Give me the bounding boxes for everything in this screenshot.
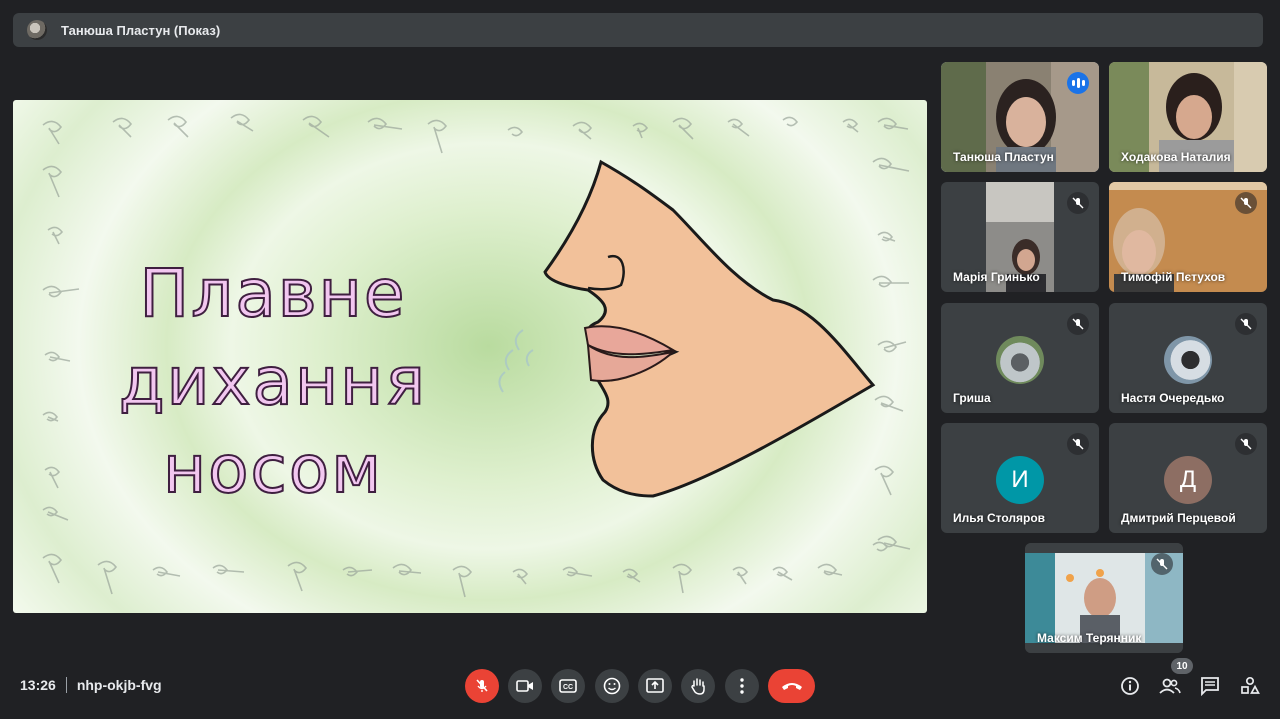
raise-hand-button[interactable]	[681, 669, 715, 703]
avatar	[1164, 336, 1212, 384]
mic-off-icon	[1067, 313, 1089, 335]
more-options-icon	[740, 678, 744, 694]
more-options-button[interactable]	[725, 669, 759, 703]
avatar: Д	[1164, 456, 1212, 504]
mic-off-icon	[1067, 192, 1089, 214]
raise-hand-icon	[691, 678, 705, 695]
participant-tile[interactable]: Тимофій Пєтухов	[1109, 182, 1267, 292]
mic-off-icon	[476, 679, 488, 692]
slide-line-2: дихання	[118, 342, 428, 421]
captions-icon: CC	[559, 679, 577, 693]
avatar: И	[996, 456, 1044, 504]
participant-name: Дмитрий Перцевой	[1121, 511, 1236, 525]
reactions-button[interactable]	[595, 669, 629, 703]
participant-name: Тимофій Пєтухов	[1121, 270, 1226, 284]
info-icon	[1121, 677, 1139, 695]
participant-name: Илья Столяров	[953, 511, 1046, 525]
mic-toggle-button[interactable]	[465, 669, 499, 703]
participant-name: Ходакова Наталия	[1121, 150, 1231, 164]
breath-lines-icon	[498, 329, 534, 393]
slide-line-1: Плавне	[139, 254, 407, 333]
participant-tile[interactable]: Гриша	[941, 303, 1099, 413]
present-now-button[interactable]	[638, 669, 672, 703]
activities-button[interactable]	[1239, 675, 1261, 697]
slide-line-3: носом	[162, 430, 383, 509]
chat-button[interactable]	[1199, 675, 1221, 697]
meeting-info: 13:26 nhp-okjb-fvg	[20, 677, 162, 693]
presenter-title: Танюша Пластун (Показ)	[61, 22, 221, 38]
people-icon	[1159, 678, 1181, 694]
presenter-avatar	[27, 20, 47, 40]
end-call-icon	[781, 683, 802, 690]
participant-name: Настя Очередько	[1121, 391, 1225, 405]
participant-tile[interactable]: Марія Гринько	[941, 182, 1099, 292]
participant-tile[interactable]: Максим Терянник	[1025, 543, 1183, 653]
divider	[65, 677, 67, 693]
svg-text:CC: CC	[563, 684, 573, 691]
people-button[interactable]	[1159, 675, 1181, 697]
leave-call-button[interactable]	[768, 669, 815, 703]
participant-tile[interactable]: Настя Очередько	[1109, 303, 1267, 413]
present-icon	[646, 678, 664, 693]
mic-off-icon	[1067, 433, 1089, 455]
mic-off-icon	[1235, 192, 1257, 214]
participant-name: Гриша	[953, 391, 991, 405]
participant-tile[interactable]: И Илья Столяров	[941, 423, 1099, 533]
mic-off-icon	[1151, 553, 1173, 575]
avatar	[996, 336, 1044, 384]
presenter-bar: Танюша Пластун (Показ)	[13, 13, 1263, 47]
mic-off-icon	[1235, 433, 1257, 455]
camera-icon	[516, 680, 533, 692]
meeting-code: nhp-okjb-fvg	[76, 677, 162, 693]
participant-name: Марія Гринько	[953, 270, 1040, 284]
shared-slide: Плавне дихання носом	[13, 100, 927, 613]
participants-count-badge: 10	[1171, 658, 1193, 674]
participant-tile[interactable]: Д Дмитрий Перцевой	[1109, 423, 1267, 533]
chat-icon	[1201, 677, 1219, 696]
slide-heading: Плавне дихання носом	[108, 250, 438, 514]
participant-name: Максим Терянник	[1037, 631, 1142, 645]
mic-off-icon	[1235, 313, 1257, 335]
participant-tile[interactable]: Танюша Пластун	[941, 62, 1099, 172]
emoji-icon	[603, 677, 621, 695]
camera-toggle-button[interactable]	[508, 669, 542, 703]
speaking-indicator-icon	[1067, 72, 1089, 94]
meeting-details-button[interactable]	[1119, 675, 1141, 697]
clock-time: 13:26	[20, 677, 56, 693]
activities-icon	[1241, 676, 1260, 694]
participant-tile[interactable]: Ходакова Наталия	[1109, 62, 1267, 172]
captions-button[interactable]: CC	[551, 669, 585, 703]
participant-name: Танюша Пластун	[953, 150, 1054, 164]
